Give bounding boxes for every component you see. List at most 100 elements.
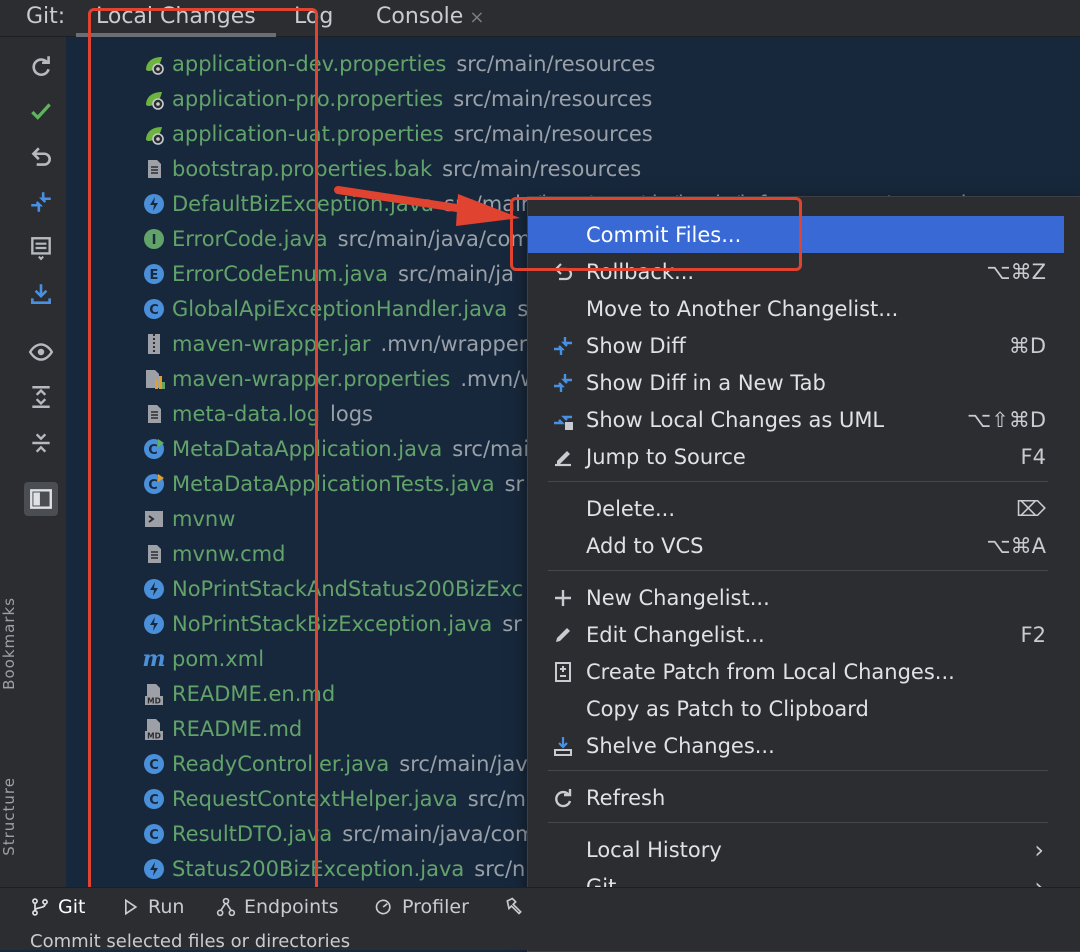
file-row[interactable]: NoPrintStackAndStatus200BizExc xyxy=(142,572,533,606)
file-name: mvnw xyxy=(172,507,236,531)
file-name: ErrorCodeEnum.java xyxy=(172,262,388,286)
file-row[interactable]: NoPrintStackBizException.java sr xyxy=(142,607,522,641)
tab-local-changes[interactable]: Local Changes xyxy=(76,4,276,37)
file-name: MetaDataApplication.java xyxy=(172,437,443,461)
file-path: .mvn/w xyxy=(460,367,538,391)
menu-item-show-local-changes-as-uml[interactable]: Show Local Changes as UML ⌥⇧⌘D xyxy=(528,401,1064,438)
menu-item-refresh[interactable]: Refresh xyxy=(528,779,1064,816)
file-row[interactable]: application-uat.properties src/main/resou… xyxy=(142,117,653,151)
menu-item-add-to-vcs[interactable]: Add to VCS ⌥⌘A xyxy=(528,527,1064,564)
file-name: maven-wrapper.properties xyxy=(172,367,451,391)
shelve-icon xyxy=(550,733,576,759)
close-icon[interactable]: × xyxy=(469,7,484,28)
file-path: .mvn/wrapper xyxy=(380,332,528,356)
menu-item-shelve-changes[interactable]: Shelve Changes... xyxy=(528,727,1064,764)
menu-separator xyxy=(548,770,1048,771)
file-row[interactable]: MD README.md xyxy=(142,712,312,746)
file-row[interactable]: I ErrorCode.java src/main/java/com xyxy=(142,222,531,256)
text-file-icon xyxy=(142,542,166,566)
menu-item-move-to-another-changelist[interactable]: Move to Another Changelist... xyxy=(528,290,1064,327)
file-row[interactable]: C GlobalApiExceptionHandler.java s xyxy=(142,292,528,326)
menu-item-create-patch-from-local-changes[interactable]: Create Patch from Local Changes... xyxy=(528,653,1064,690)
menu-item-edit-changelist[interactable]: Edit Changelist... F2 xyxy=(528,616,1064,653)
file-path: src/main/resources xyxy=(453,87,653,111)
spring-properties-icon xyxy=(142,122,166,146)
hammer-icon[interactable] xyxy=(504,896,532,916)
preview-toggle-icon[interactable] xyxy=(24,482,58,516)
eye-icon[interactable] xyxy=(24,335,58,369)
structure-side-tab[interactable]: Structure xyxy=(0,777,18,856)
menu-item-delete[interactable]: Delete... ⌦ xyxy=(528,490,1064,527)
class-icon: C xyxy=(142,297,166,321)
uml-icon xyxy=(550,407,576,433)
menu-item-copy-as-patch-to-clipboard[interactable]: Copy as Patch to Clipboard xyxy=(528,690,1064,727)
properties-chart-icon xyxy=(142,367,166,391)
file-row[interactable]: Status200BizException.java src/n xyxy=(142,852,525,886)
exception-class-icon xyxy=(142,612,166,636)
file-row[interactable]: m pom.xml xyxy=(142,642,274,676)
changes-toolbar xyxy=(16,37,66,887)
menu-item-new-changelist[interactable]: New Changelist... xyxy=(528,579,1064,616)
shortcut-label: ⌥⌘Z xyxy=(986,259,1046,284)
file-path: src/main/resources xyxy=(456,52,656,76)
menu-item-label: Copy as Patch to Clipboard xyxy=(586,696,869,721)
file-path: src/mai xyxy=(452,437,530,461)
file-row[interactable]: E ErrorCodeEnum.java src/main/ja xyxy=(142,257,514,291)
file-row[interactable]: C MetaDataApplication.java src/mai xyxy=(142,432,529,466)
diff-icon xyxy=(550,333,576,359)
menu-item-jump-to-source[interactable]: Jump to Source F4 xyxy=(528,438,1064,475)
bookmarks-side-tab[interactable]: Bookmarks xyxy=(0,597,18,690)
file-path: src/main/ja xyxy=(397,262,514,286)
file-path: src/main/resources xyxy=(453,122,653,146)
menu-item-local-history[interactable]: Local History › xyxy=(528,831,1064,868)
context-menu: Commit Files... Rollback... ⌥⌘Z Move to Ano… xyxy=(527,196,1080,952)
file-row[interactable]: MD README.en.md xyxy=(142,677,345,711)
tab-log[interactable]: Log xyxy=(294,4,333,29)
text-file-icon xyxy=(142,402,166,426)
file-row[interactable]: C RequestContextHelper.java src/m xyxy=(142,782,526,816)
file-row[interactable]: mvnw.cmd xyxy=(142,537,295,571)
bottom-tab-profiler[interactable]: Profiler xyxy=(374,896,469,918)
shell-script-icon xyxy=(142,507,166,531)
menu-item-show-diff-in-a-new-tab[interactable]: Show Diff in a New Tab xyxy=(528,364,1064,401)
file-name: ResultDTO.java xyxy=(172,822,333,846)
file-row[interactable]: meta-data.log logs xyxy=(142,397,373,431)
file-row[interactable]: maven-wrapper.jar .mvn/wrapper xyxy=(142,327,527,361)
file-row[interactable]: application-pro.properties src/main/resou… xyxy=(142,82,652,116)
file-path: src/main/java/com xyxy=(337,227,531,251)
profiler-icon xyxy=(375,899,391,915)
file-row[interactable]: C MetaDataApplicationTests.java sr xyxy=(142,467,524,501)
file-row[interactable]: C ReadyController.java src/main/jav xyxy=(142,747,528,781)
file-name: application-dev.properties xyxy=(172,52,447,76)
bottom-tab-endpoints[interactable]: Endpoints xyxy=(216,896,338,918)
update-icon[interactable] xyxy=(24,277,58,311)
diff-icon[interactable] xyxy=(24,185,58,219)
commit-check-icon[interactable] xyxy=(24,94,58,128)
shelf-icon[interactable] xyxy=(24,231,58,265)
file-path: sr xyxy=(504,472,525,496)
markdown-icon: MD xyxy=(142,682,166,706)
left-edge-strip: Bookmarks Structure xyxy=(0,37,18,887)
bottom-tab-run[interactable]: Run xyxy=(120,896,184,918)
expand-all-icon[interactable] xyxy=(24,380,58,414)
file-path: logs xyxy=(330,402,374,426)
file-name: ErrorCode.java xyxy=(172,227,328,251)
menu-item-show-diff[interactable]: Show Diff ⌘D xyxy=(528,327,1064,364)
rollback-icon[interactable] xyxy=(24,140,58,174)
file-row[interactable]: C ResultDTO.java src/main/java/com xyxy=(142,817,535,851)
file-row[interactable]: bootstrap.properties.bak src/main/resourc… xyxy=(142,152,641,186)
menu-item-commit-files[interactable]: Commit Files... xyxy=(528,216,1064,253)
file-row[interactable]: mvnw xyxy=(142,502,245,536)
file-row[interactable]: maven-wrapper.properties .mvn/w xyxy=(142,362,538,396)
patch-icon xyxy=(550,659,576,685)
menu-item-rollback[interactable]: Rollback... ⌥⌘Z xyxy=(528,253,1064,290)
collapse-all-icon[interactable] xyxy=(24,426,58,460)
run-icon xyxy=(125,898,138,916)
bottom-tab-git[interactable]: Git xyxy=(30,896,85,918)
refresh-icon[interactable] xyxy=(24,49,58,83)
file-row[interactable]: application-dev.properties src/main/resou… xyxy=(142,47,655,81)
bottom-tool-bar: Git Run Endpoints Profiler xyxy=(0,887,1080,928)
chevron-right-icon: › xyxy=(1034,835,1044,864)
file-name: RequestContextHelper.java xyxy=(172,787,458,811)
tab-console[interactable]: Console × xyxy=(376,4,484,29)
